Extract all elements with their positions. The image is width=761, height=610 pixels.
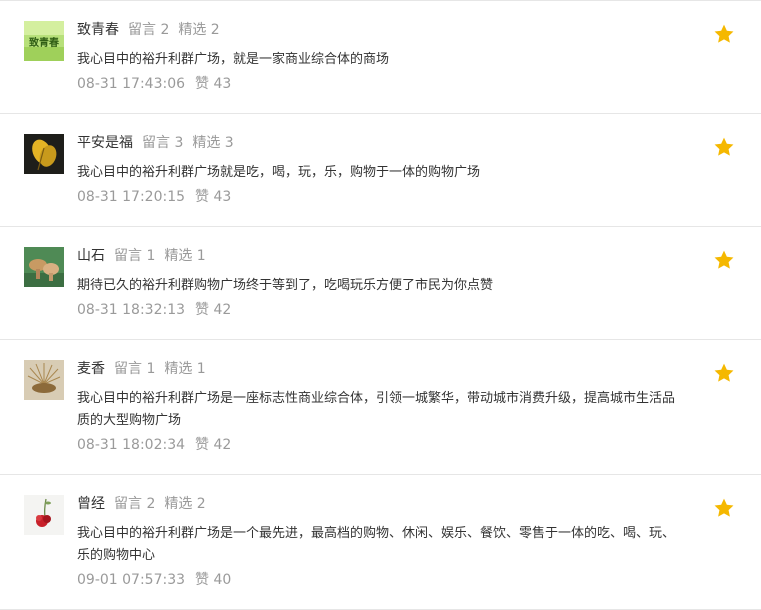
like-count: 赞 43	[195, 76, 232, 92]
comment-item: 平安是福 留言 3 精选 3 我心目中的裕升利群广场就是吃，喝，玩，乐，购物于一体的…	[0, 113, 761, 226]
comment-text: 我心目中的裕升利群广场就是吃，喝，玩，乐，购物于一体的购物广场	[77, 165, 481, 180]
avatar[interactable]	[24, 360, 64, 400]
reply-count: 留言 2	[128, 22, 170, 38]
nickname[interactable]: 致青春	[77, 22, 119, 38]
comment-footer: 08-31 17:20:15 赞 43	[77, 187, 231, 207]
like-count: 赞 42	[195, 302, 232, 318]
avatar-image: 致青春	[24, 21, 64, 61]
avatar[interactable]	[24, 247, 64, 287]
like-count: 赞 42	[195, 437, 232, 453]
comment-meta: 山石 留言 1 精选 1	[77, 246, 206, 266]
featured-count: 精选 1	[164, 248, 206, 264]
comment-meta: 平安是福 留言 3 精选 3	[77, 133, 234, 153]
star-icon[interactable]	[713, 136, 735, 158]
comment-time: 08-31 18:02:34	[77, 437, 186, 453]
nickname[interactable]: 麦香	[77, 361, 105, 377]
comment-text: 我心目中的裕升利群广场是一座标志性商业综合体，引领一城繁华，带动城市消费升级，提…	[77, 391, 676, 428]
comment-item: 曾经 留言 2 精选 2 我心目中的裕升利群广场是一个最先进，最高档的购物、休闲、娱…	[0, 474, 761, 610]
comment-meta: 致青春 留言 2 精选 2	[77, 20, 220, 40]
svg-text:致青春: 致青春	[29, 36, 59, 49]
star-icon[interactable]	[713, 362, 735, 384]
avatar-image	[24, 134, 64, 174]
comment-item: 山石 留言 1 精选 1 期待已久的裕升利群购物广场终于等到了，吃喝玩乐方便了市民为…	[0, 226, 761, 339]
nickname[interactable]: 平安是福	[77, 135, 133, 151]
comment-time: 08-31 17:43:06	[77, 76, 186, 92]
comment-text: 我心目中的裕升利群广场是一个最先进，最高档的购物、休闲、娱乐、餐饮、零售于一体的…	[77, 526, 676, 563]
comment-footer: 09-01 07:57:33 赞 40	[77, 570, 231, 590]
reply-count: 留言 2	[114, 496, 156, 512]
comment-text: 期待已久的裕升利群购物广场终于等到了，吃喝玩乐方便了市民为你点赞	[77, 278, 494, 293]
comment-footer: 08-31 18:02:34 赞 42	[77, 435, 231, 455]
avatar[interactable]: 致青春	[24, 21, 64, 61]
like-count: 赞 43	[195, 189, 232, 205]
featured-count: 精选 3	[192, 135, 234, 151]
nickname[interactable]: 山石	[77, 248, 105, 264]
comment-meta: 麦香 留言 1 精选 1	[77, 359, 206, 379]
comment-list: 致青春 致青春 留言 2 精选 2 我心目中的裕升利群广场，就是一家商业综合体的商场…	[0, 0, 761, 610]
comment-text: 我心目中的裕升利群广场，就是一家商业综合体的商场	[77, 52, 390, 67]
comment-footer: 08-31 18:32:13 赞 42	[77, 300, 231, 320]
comment-time: 08-31 18:32:13	[77, 302, 186, 318]
comment-item: 致青春 致青春 留言 2 精选 2 我心目中的裕升利群广场，就是一家商业综合体的商场…	[0, 0, 761, 113]
avatar[interactable]	[24, 134, 64, 174]
avatar[interactable]	[24, 495, 64, 535]
star-icon[interactable]	[713, 23, 735, 45]
reply-count: 留言 1	[114, 361, 156, 377]
featured-count: 精选 1	[164, 361, 206, 377]
avatar-image	[24, 495, 64, 535]
comment-item: 麦香 留言 1 精选 1 我心目中的裕升利群广场是一座标志性商业综合体，引领一城繁华…	[0, 339, 761, 474]
star-icon[interactable]	[713, 249, 735, 271]
nickname[interactable]: 曾经	[77, 496, 105, 512]
avatar-image	[24, 360, 64, 400]
avatar-image	[24, 247, 64, 287]
comment-time: 09-01 07:57:33	[77, 572, 186, 588]
like-count: 赞 40	[195, 572, 232, 588]
comment-footer: 08-31 17:43:06 赞 43	[77, 74, 231, 94]
comment-meta: 曾经 留言 2 精选 2	[77, 494, 206, 514]
star-icon[interactable]	[713, 497, 735, 519]
featured-count: 精选 2	[178, 22, 220, 38]
reply-count: 留言 3	[142, 135, 184, 151]
reply-count: 留言 1	[114, 248, 156, 264]
featured-count: 精选 2	[164, 496, 206, 512]
comment-time: 08-31 17:20:15	[77, 189, 186, 205]
